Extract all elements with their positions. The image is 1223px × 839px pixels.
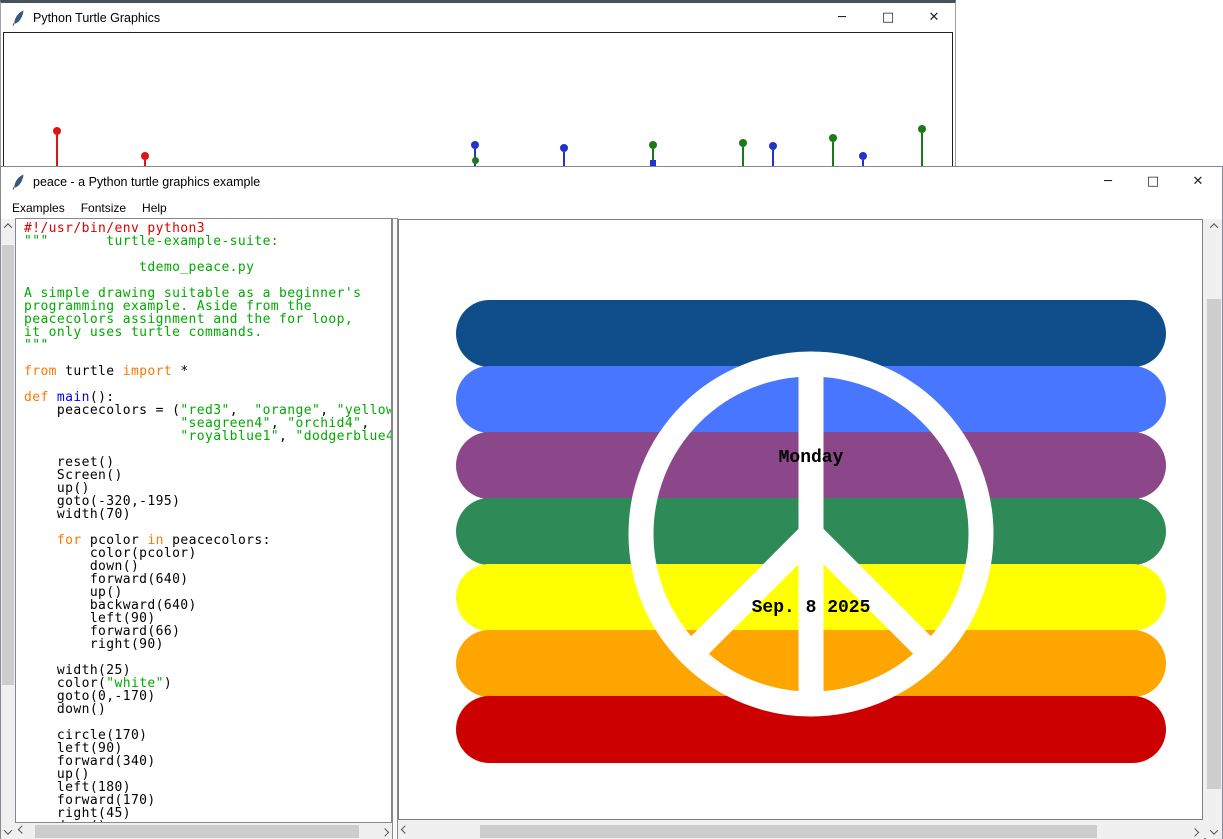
scroll-right-icon[interactable]	[1188, 824, 1202, 838]
date-text: Sep. 8 2025	[752, 598, 871, 618]
code-vertical-scrollbar-thumb[interactable]	[2, 245, 14, 685]
code-line: width(70)	[24, 508, 391, 521]
scroll-left-icon[interactable]	[398, 824, 412, 838]
turtle-canvas[interactable]: Monday Sep. 8 2025	[398, 219, 1203, 820]
scroll-down-icon[interactable]	[1207, 825, 1221, 839]
code-line: "royalblue1", "dodgerblue4")	[24, 430, 391, 443]
close-icon[interactable]: ✕	[919, 7, 949, 29]
window-title: Python Turtle Graphics	[33, 11, 160, 25]
source-code-pane[interactable]: #!/usr/bin/env python3""" turtle-example…	[15, 218, 392, 823]
canvas-vertical-scrollbar-thumb[interactable]	[1207, 299, 1221, 789]
code-line: from turtle import *	[24, 365, 391, 378]
close-icon[interactable]: ✕	[1183, 171, 1213, 193]
scroll-right-icon[interactable]	[378, 824, 392, 838]
code-vertical-scrollbar[interactable]	[1, 219, 15, 839]
code-line: tdemo_peace.py	[24, 261, 391, 274]
canvas-horizontal-scrollbar[interactable]	[398, 824, 1204, 839]
titlebar[interactable]: peace - a Python turtle graphics example…	[1, 167, 1222, 197]
code-line: right(90)	[24, 638, 391, 651]
weekday-text: Monday	[779, 448, 844, 468]
code-horizontal-scrollbar-thumb[interactable]	[35, 825, 359, 838]
scroll-up-icon[interactable]	[1, 219, 15, 233]
turtle-figure	[829, 134, 837, 166]
turtle-figure	[859, 152, 867, 166]
turtle-figure	[560, 144, 568, 166]
turtle-figure-accent	[472, 157, 479, 164]
turtle-figure	[769, 142, 777, 166]
window-controls: ─ □ ✕	[1093, 167, 1213, 197]
window-title: peace - a Python turtle graphics example	[33, 175, 260, 189]
code-line: down()	[24, 703, 391, 716]
desktop: Python Turtle Graphics ─ □ ✕ peace - a P…	[0, 0, 1223, 839]
canvas-horizontal-scrollbar-thumb[interactable]	[480, 825, 1097, 838]
tk-feather-icon	[12, 10, 25, 26]
peace-symbol	[399, 220, 1202, 819]
menu-help[interactable]: Help	[134, 199, 175, 217]
turtle-figure	[649, 141, 657, 166]
tk-feather-icon	[12, 174, 25, 190]
code-text[interactable]: #!/usr/bin/env python3""" turtle-example…	[16, 219, 391, 823]
window-controls: ─ □ ✕	[827, 3, 949, 32]
turtle-figure	[471, 141, 479, 166]
turtle-figure	[53, 127, 61, 166]
turtle-figure	[739, 139, 747, 166]
minimize-icon[interactable]: ─	[827, 7, 857, 29]
minimize-icon[interactable]: ─	[1093, 171, 1123, 193]
turtle-figure	[141, 152, 149, 166]
maximize-icon[interactable]: □	[1138, 171, 1168, 193]
code-line: """	[24, 339, 391, 352]
maximize-icon[interactable]: □	[873, 7, 903, 29]
menu-fontsize[interactable]: Fontsize	[73, 199, 134, 217]
peace-example-window: peace - a Python turtle graphics example…	[0, 166, 1223, 839]
menu-examples[interactable]: Examples	[4, 199, 73, 217]
menubar: Examples Fontsize Help	[1, 197, 1222, 219]
turtle-figure	[918, 125, 926, 166]
code-line: it only uses turtle commands.	[24, 326, 391, 339]
scroll-left-icon[interactable]	[15, 824, 29, 838]
code-line: down()	[24, 820, 391, 823]
code-line: """ turtle-example-suite:	[24, 235, 391, 248]
scroll-up-icon[interactable]	[1207, 219, 1221, 233]
code-horizontal-scrollbar[interactable]	[15, 824, 392, 839]
scroll-down-icon[interactable]	[1, 825, 15, 839]
canvas-vertical-scrollbar[interactable]	[1206, 219, 1222, 839]
titlebar[interactable]: Python Turtle Graphics ─ □ ✕	[1, 3, 955, 32]
